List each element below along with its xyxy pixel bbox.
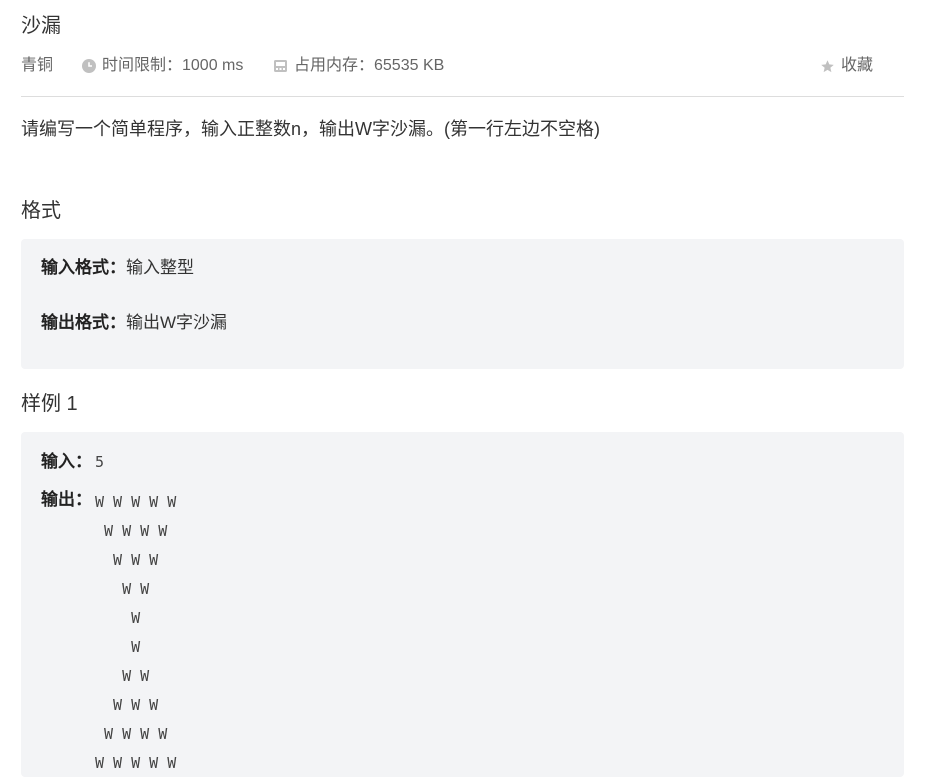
time-limit: 时间限制：1000 ms [82,55,243,77]
sample-output-line: W [95,609,141,627]
favorite-button[interactable]: 收藏 [820,55,873,77]
sample-output-line: W W W W [95,725,168,743]
sample-input-value: 5 [95,453,105,471]
problem-description: 请编写一个简单程序，输入正整数n，输出W字沙漏。(第一行左边不空格) [21,119,600,139]
sample-output-line: W W W W W [95,754,177,772]
sample-output-line: W W [95,667,150,685]
difficulty-label: 青铜 [21,57,54,74]
sample-input-label: 输入： [41,452,92,471]
sample-output-label: 输出： [41,490,92,509]
sample-output-line: W W W [95,696,159,714]
time-limit-text: 时间限制：1000 ms [102,57,244,74]
output-format-row: 输出格式：输出W字沙漏 [41,311,227,335]
sample-output-row: 输出： [41,488,92,512]
clock-icon [82,59,96,73]
memory-limit-text: 占用内存：65535 KB [294,57,445,74]
sample-output-line: W [95,638,141,656]
problem-page: 沙漏 青铜 时间限制：1000 ms 占用内存：65535 KB 收藏 请编写一… [0,0,925,777]
problem-meta: 青铜 时间限制：1000 ms 占用内存：65535 KB 收藏 [21,55,904,77]
difficulty-level: 青铜 [21,55,53,77]
input-format-text: 输入整型 [126,258,194,277]
output-format-label: 输出格式： [41,313,126,332]
input-format-label: 输入格式： [41,258,126,277]
sample-output-block: W W W W W W W W W W W W W W W W W W W W … [95,488,176,778]
memory-limit: 占用内存：65535 KB [273,55,444,77]
sample-heading: 样例 1 [21,393,78,415]
header-divider [21,96,904,97]
output-format-text: 输出W字沙漏 [126,313,228,332]
sample-output-line: W W W W W [95,493,177,511]
sample-output-line: W W W [95,551,159,569]
format-box: 输入格式：输入整型 输出格式：输出W字沙漏 [21,239,904,369]
sample-output-line: W W [95,580,150,598]
format-heading: 格式 [21,200,61,222]
problem-title: 沙漏 [21,15,61,37]
sample-input-row: 输入： 5 [41,450,104,474]
favorite-label: 收藏 [841,57,874,74]
sample-output-line: W W W W [95,522,168,540]
memory-chip-icon [274,60,287,72]
input-format-row: 输入格式：输入整型 [41,256,194,280]
sample-box: 输入： 5 输出： W W W W W W W W W W W W W W W … [21,432,904,777]
star-icon [821,59,834,72]
